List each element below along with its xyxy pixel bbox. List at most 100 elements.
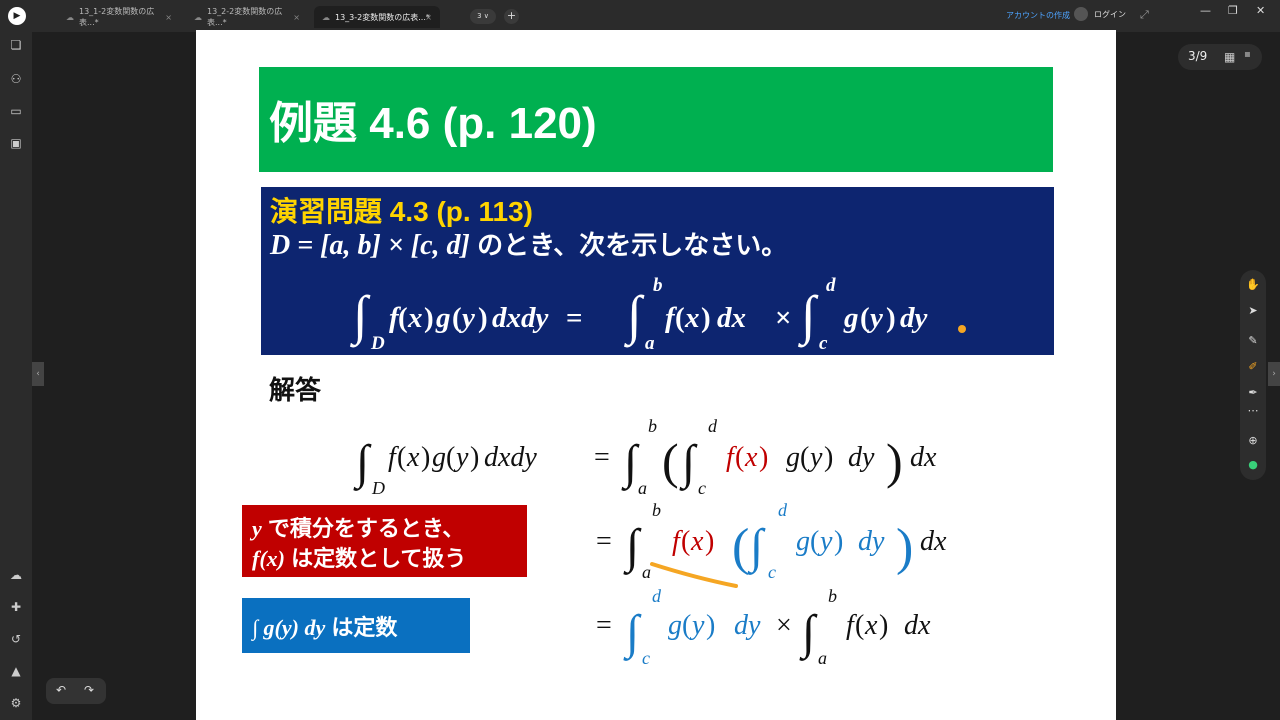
restore-icon[interactable]: ❐ [1228, 4, 1238, 17]
graduation-icon[interactable]: ▲ [9, 664, 23, 678]
red-callout: y で積分をするとき、 f(x) は定数として扱う [242, 505, 527, 577]
create-account-link[interactable]: アカウントの作成 [1006, 10, 1070, 21]
svg-text:(: ( [681, 526, 690, 557]
svg-text:(: ( [682, 610, 691, 641]
pen-annotation [650, 562, 738, 588]
collapse-left-icon[interactable]: ‹ [32, 362, 44, 386]
svg-text:): ) [705, 526, 714, 557]
collapse-right-icon[interactable]: › [1268, 362, 1280, 386]
title-bar: ▶ ☁ 13_1-2変数関数の広表...* × ☁ 13_2-2変数関数の広表.… [0, 0, 1280, 32]
svg-text:b: b [828, 586, 837, 606]
close-icon[interactable]: × [293, 13, 300, 22]
cloud-icon: ☁ [66, 12, 74, 22]
pages-icon[interactable]: ❏ [9, 38, 23, 52]
svg-text:=: = [596, 610, 612, 641]
callout-integral: ∫ g(y) dy [252, 615, 326, 640]
svg-text:): ) [470, 442, 479, 473]
eraser-icon[interactable]: ✎ [1246, 334, 1260, 348]
svg-text:×: × [776, 610, 792, 641]
highlighter-icon[interactable]: ✐ [1246, 360, 1260, 374]
tab-1[interactable]: ☁ 13_1-2変数関数の広表...* × [58, 6, 180, 28]
undo-icon[interactable]: ↶ [56, 683, 66, 697]
menu-icon[interactable]: ▪ [1244, 49, 1251, 60]
close-window-icon[interactable]: ✕ [1256, 4, 1265, 17]
svg-text:a: a [818, 648, 827, 668]
svg-text:c: c [698, 478, 706, 498]
app-logo-icon[interactable]: ▶ [8, 7, 26, 25]
binoculars-icon[interactable]: ⚇ [9, 72, 23, 86]
callout-text-2: は定数として扱う [284, 546, 467, 571]
history-icon[interactable]: ↺ [9, 632, 23, 646]
page-indicator[interactable]: 3/9 ▦ ▪ [1178, 44, 1262, 70]
svg-text:): ) [896, 519, 913, 576]
slides-icon[interactable]: ▭ [9, 104, 23, 118]
svg-text:g: g [786, 442, 800, 473]
expand-icon[interactable]: ⤢ [1140, 8, 1149, 22]
blue-callout: ∫ g(y) dy は定数 [242, 598, 470, 653]
svg-text:): ) [759, 442, 768, 473]
cloud-icon: ☁ [322, 12, 330, 22]
plus-icon[interactable]: ⊕ [1246, 434, 1260, 448]
svg-text:∫: ∫ [747, 520, 766, 575]
svg-text:(: ( [662, 433, 679, 489]
gear-icon[interactable]: ⚙ [9, 696, 23, 710]
svg-text:∫: ∫ [623, 520, 642, 575]
callout-text-1: で積分をするとき、 [261, 516, 465, 541]
svg-text:): ) [886, 433, 903, 489]
tab-label: 13_3-2変数関数の広表...* [335, 12, 430, 22]
svg-text:(: ( [800, 442, 809, 473]
svg-text:a: a [642, 562, 651, 582]
svg-text:(: ( [810, 526, 819, 557]
save-icon[interactable]: ▣ [9, 136, 23, 150]
svg-text:dx: dx [920, 526, 947, 557]
svg-text:dxdy: dxdy [484, 442, 537, 473]
drawing-toolbar: ✋ ➤ ✎ ✐ ✒ ⋯ ⊕ ● [1240, 270, 1266, 480]
redo-icon[interactable]: ↷ [84, 683, 94, 697]
svg-text:∫: ∫ [353, 436, 372, 491]
hand-icon[interactable]: ✋ [1246, 278, 1260, 292]
cloud-icon: ☁ [194, 12, 202, 22]
svg-text:x: x [690, 526, 704, 557]
svg-text:d: d [652, 586, 662, 606]
undo-redo-group: ↶ ↷ [46, 678, 106, 704]
minimize-icon[interactable]: — [1200, 4, 1211, 17]
tab-3-active[interactable]: ☁ 13_3-2変数関数の広表...* × [314, 6, 440, 28]
svg-text:y: y [689, 610, 705, 641]
callout-var-fx: f(x) [252, 546, 285, 571]
close-icon[interactable]: × [165, 13, 172, 22]
svg-text:): ) [879, 610, 888, 641]
svg-text:): ) [824, 442, 833, 473]
svg-text:dx: dx [910, 442, 937, 473]
status-icon[interactable]: ● [1246, 458, 1260, 472]
slide-canvas: 例題 4.6 (p. 120) 演習問題 4.3 (p. 113) D = [a… [196, 30, 1116, 720]
pen-icon[interactable]: ✒ [1246, 386, 1260, 400]
svg-text:(: ( [855, 610, 864, 641]
svg-text:d: d [708, 416, 718, 436]
svg-text:a: a [638, 478, 647, 498]
svg-text:y: y [817, 526, 833, 557]
more-icon[interactable]: ⋯ [1246, 404, 1260, 418]
svg-text:∫: ∫ [799, 606, 818, 661]
callout-var-y: y [252, 516, 262, 541]
tab-2[interactable]: ☁ 13_2-2変数関数の広表...* × [186, 6, 308, 28]
svg-text:(: ( [732, 519, 749, 576]
page-number: 3/9 [1188, 49, 1208, 63]
cloud-sync-icon[interactable]: ☁ [9, 568, 23, 582]
grid-icon[interactable]: ▦ [1224, 50, 1235, 64]
svg-text:dy: dy [858, 526, 885, 557]
svg-text:): ) [834, 526, 843, 557]
tab-count-dropdown[interactable]: 3 ∨ [470, 9, 496, 24]
login-button[interactable]: ログイン [1074, 7, 1126, 21]
plugin-icon[interactable]: ✚ [9, 600, 23, 614]
svg-text:x: x [864, 610, 878, 641]
svg-text:g: g [668, 610, 682, 641]
svg-text:x: x [406, 442, 420, 473]
close-icon[interactable]: × [425, 13, 432, 22]
svg-text:D: D [371, 478, 385, 498]
add-tab-button[interactable]: + [504, 9, 519, 24]
svg-text:(: ( [735, 442, 744, 473]
svg-text:y: y [807, 442, 823, 473]
login-label: ログイン [1094, 9, 1126, 19]
svg-text:c: c [642, 648, 650, 668]
pointer-icon[interactable]: ➤ [1246, 304, 1260, 318]
